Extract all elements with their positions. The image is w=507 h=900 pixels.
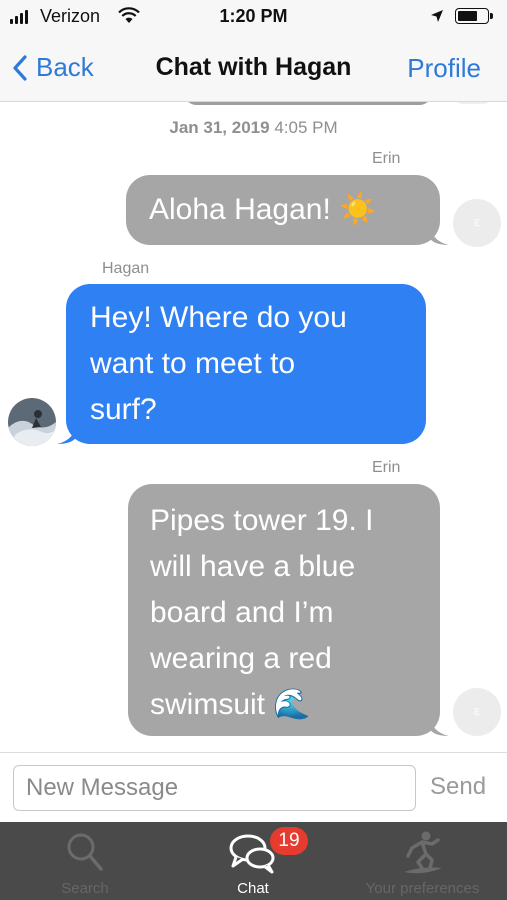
message-text-line: wearing a red [150, 642, 332, 675]
unread-badge: 19 [270, 827, 308, 855]
tab-search[interactable]: Search [20, 822, 150, 900]
tab-bar: Search Chat 19 Your preferences [0, 822, 507, 900]
tab-your-preferences[interactable]: Your preferences [350, 822, 495, 900]
status-bar: Verizon 1:20 PM [0, 0, 507, 34]
message-bubble[interactable]: Hey! Where do you want to meet to surf? [57, 284, 426, 444]
previous-avatar [455, 102, 491, 104]
tab-label: Search [61, 880, 109, 897]
sender-name-hagan: Hagan [102, 260, 150, 277]
bubble-tail [429, 223, 449, 245]
message-timestamp: Jan 31, 2019 4:05 PM [0, 118, 507, 138]
message-text-line: will have a blue [150, 550, 356, 583]
message-text-line: board and I’m [150, 596, 334, 629]
battery-icon [455, 8, 493, 24]
send-button[interactable]: Send [430, 773, 486, 801]
sender-name-erin: Erin [372, 150, 401, 167]
message-text-line: want to meet to [90, 347, 296, 380]
avatar[interactable]: E [453, 688, 501, 736]
timestamp-time: 4:05 PM [274, 118, 338, 137]
chat-thread[interactable]: Jan 31, 2019 4:05 PM Erin Aloha Hagan! ☀… [0, 102, 507, 752]
new-message-input[interactable] [13, 765, 416, 811]
message-bubble[interactable]: Aloha Hagan! ☀️ [126, 175, 449, 245]
timestamp-date: Jan 31, 2019 [169, 118, 270, 137]
location-arrow-icon [430, 9, 444, 28]
bubble-tail [429, 714, 449, 736]
surfer-photo-avatar[interactable] [8, 398, 56, 446]
message-text-line: Hey! Where do you [90, 301, 347, 334]
profile-button[interactable]: Profile [407, 53, 481, 84]
tab-label: Chat [237, 880, 269, 897]
bubble-tail [57, 422, 77, 444]
message-text-line: Pipes tower 19. I [150, 504, 374, 537]
search-icon [67, 833, 103, 871]
navigation-bar: Back Chat with Hagan Profile [0, 34, 507, 102]
message-text-line: surf? [90, 393, 157, 426]
avatar[interactable]: E [453, 199, 501, 247]
back-button[interactable]: Back [12, 52, 94, 83]
previous-message-bubble [185, 102, 431, 105]
sender-name-erin: Erin [372, 459, 401, 476]
chevron-left-icon [13, 54, 27, 81]
message-text-line: swimsuit 🌊 [150, 688, 311, 721]
tab-label: Your preferences [365, 880, 480, 897]
surfer-icon [404, 831, 442, 874]
message-text: Aloha Hagan! ☀️ [149, 193, 377, 226]
message-bubble[interactable]: Pipes tower 19. I will have a blue board… [128, 484, 449, 736]
back-label: Back [36, 52, 94, 82]
message-composer: Send [0, 752, 507, 822]
